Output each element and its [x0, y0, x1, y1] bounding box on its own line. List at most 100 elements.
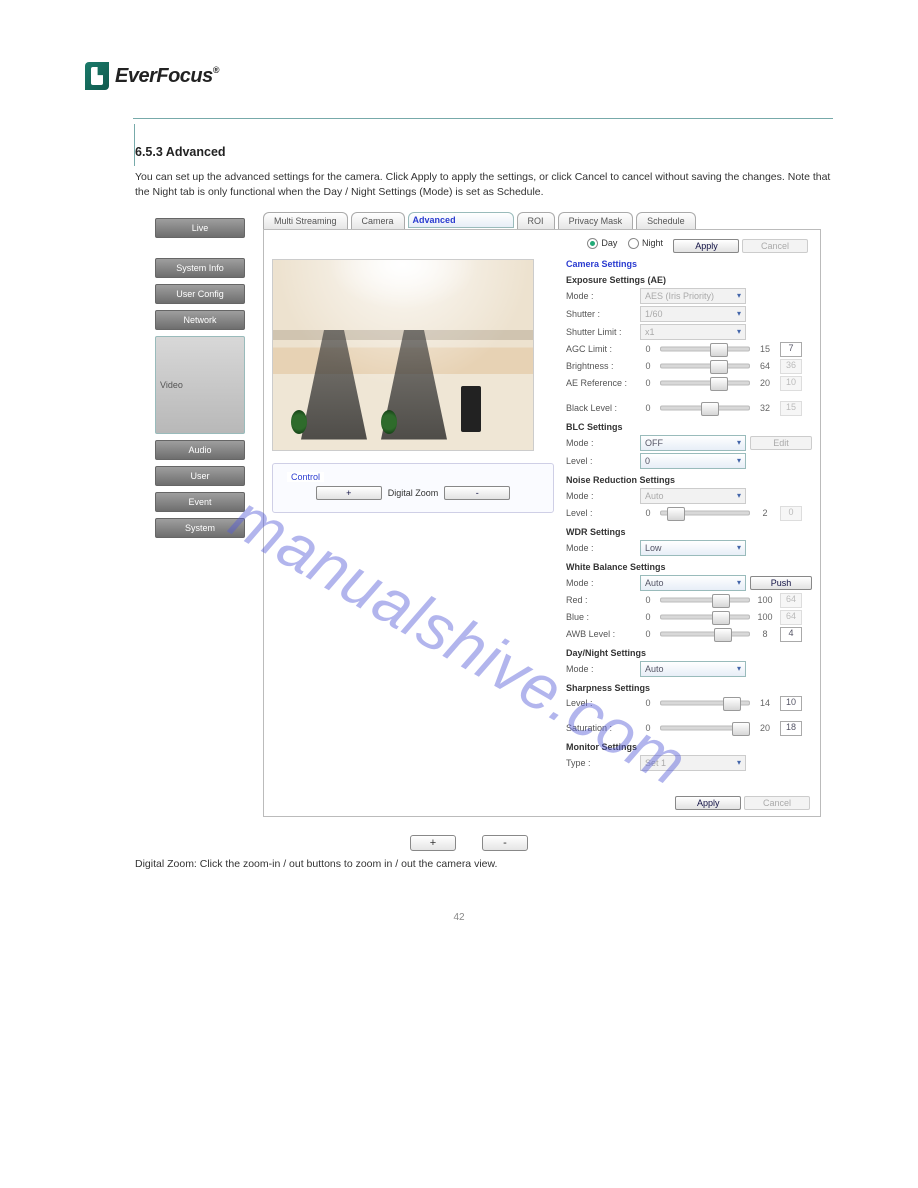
chevron-down-icon: ▾	[737, 543, 741, 552]
wdr-mode: Mode :Low▾	[566, 540, 812, 556]
chevron-down-icon: ▾	[737, 758, 741, 767]
header-vertical-rule	[134, 124, 135, 166]
wb-red: Red :010064	[566, 593, 812, 608]
daynight-mode-select[interactable]: Auto▾	[640, 661, 746, 677]
instruction-text: Digital Zoom: Click the zoom-in / out bu…	[135, 857, 833, 873]
radio-night[interactable]: Night	[628, 238, 663, 249]
brand-logo-mark	[85, 62, 109, 90]
awb-level: AWB Level :084	[566, 627, 812, 642]
monitor-type-select: Set 1▾	[640, 755, 746, 771]
exposure-shutter: Shutter :1/60▾	[566, 306, 812, 322]
sidebar-item-system-info[interactable]: System Info	[155, 258, 245, 278]
zoom-out-button[interactable]: -	[444, 486, 510, 500]
zoom-in-button[interactable]: +	[316, 486, 382, 500]
sharpness-level-slider[interactable]	[660, 697, 750, 709]
nr-mode-select: Auto▾	[640, 488, 746, 504]
blc-mode-select[interactable]: OFF▾	[640, 435, 746, 451]
daynight-mode: Mode :Auto▾	[566, 661, 812, 677]
wb-push-button[interactable]: Push	[750, 576, 812, 590]
apply-button-top[interactable]: Apply	[673, 239, 739, 253]
settings-panel: Day Night Apply Cancel Control	[263, 229, 821, 817]
chevron-down-icon: ▾	[737, 327, 741, 336]
sharpness-level: Level :01410	[566, 696, 812, 711]
wb-blue-value: 64	[780, 610, 802, 625]
sidebar-item-audio[interactable]: Audio	[155, 440, 245, 460]
exposure-mode: Mode :AES (Iris Priority)▾	[566, 288, 812, 304]
apply-button-bottom[interactable]: Apply	[675, 796, 741, 810]
instruction-minus-sample: -	[482, 835, 528, 851]
agc-limit-value[interactable]: 7	[780, 342, 802, 357]
chevron-down-icon: ▾	[737, 664, 741, 673]
blc-level: Level :0▾	[566, 453, 812, 469]
exposure-shutter-select: 1/60▾	[640, 306, 746, 322]
brand-logo-text: EverFocus®	[115, 65, 219, 88]
app-screenshot: Live System Info User Config Network Video Au…	[155, 212, 833, 817]
intro-paragraph: You can set up the advanced settings for…	[135, 170, 833, 202]
sidebar-item-network[interactable]: Network	[155, 310, 245, 330]
nr-level-slider[interactable]	[660, 507, 750, 519]
zoom-label: Digital Zoom	[388, 488, 439, 498]
settings-column: Camera SettingsExposure Settings (AE)Mod…	[566, 259, 812, 773]
awb-level-value[interactable]: 4	[780, 627, 802, 642]
chevron-down-icon: ▾	[737, 456, 741, 465]
black-level-value: 15	[780, 401, 802, 416]
black-level-slider[interactable]	[660, 402, 750, 414]
ae-reference-slider[interactable]	[660, 377, 750, 389]
brightness-slider[interactable]	[660, 360, 750, 372]
tab-camera[interactable]: Camera	[351, 212, 405, 229]
wb-red-value: 64	[780, 593, 802, 608]
sidebar-item-user[interactable]: User	[155, 466, 245, 486]
page-number: 42	[85, 912, 833, 923]
tab-multi-streaming[interactable]: Multi Streaming	[263, 212, 348, 229]
sharpness-level-value[interactable]: 10	[780, 696, 802, 711]
sidebar-item-event[interactable]: Event	[155, 492, 245, 512]
sidebar-item-system[interactable]: System	[155, 518, 245, 538]
tab-bar: Multi StreamingCameraAdvancedROIPrivacy …	[263, 212, 821, 229]
cancel-button-bottom[interactable]: Cancel	[744, 796, 810, 810]
sidebar-nav: Live System Info User Config Network Video Au…	[155, 212, 245, 538]
day-night-row: Day Night Apply Cancel	[272, 236, 812, 259]
agc-limit-slider[interactable]	[660, 343, 750, 355]
awb-level-slider[interactable]	[660, 628, 750, 640]
header-rule	[133, 118, 833, 119]
exposure-shutter-limit: Shutter Limit :x1▾	[566, 324, 812, 340]
section-heading: 6.5.3 Advanced	[135, 145, 833, 159]
exposure-shutter-limit-select: x1▾	[640, 324, 746, 340]
sidebar-item-user-config[interactable]: User Config	[155, 284, 245, 304]
saturation-slider[interactable]	[660, 722, 750, 734]
saturation-value[interactable]: 18	[780, 721, 802, 736]
tab-privacy-mask[interactable]: Privacy Mask	[558, 212, 634, 229]
exposure-mode-select: AES (Iris Priority)▾	[640, 288, 746, 304]
control-legend: Control	[287, 472, 324, 482]
wb-blue: Blue :010064	[566, 610, 812, 625]
brightness: Brightness :06436	[566, 359, 812, 374]
wb-red-slider[interactable]	[660, 594, 750, 606]
wb-blue-slider[interactable]	[660, 611, 750, 623]
brand-logo: EverFocus®	[85, 62, 833, 90]
blc-level-select[interactable]: 0▾	[640, 453, 746, 469]
chevron-down-icon: ▾	[737, 309, 741, 318]
agc-limit: AGC Limit :0157	[566, 342, 812, 357]
chevron-down-icon: ▾	[737, 438, 741, 447]
chevron-down-icon: ▾	[737, 291, 741, 300]
camera-preview	[272, 259, 534, 451]
radio-day[interactable]: Day	[587, 238, 617, 249]
monitor-type: Type :Set 1▾	[566, 755, 812, 771]
tab-advanced[interactable]: Advanced	[408, 212, 514, 228]
blc-edit-button[interactable]: Edit	[750, 436, 812, 450]
wb-mode-select[interactable]: Auto▾	[640, 575, 746, 591]
nr-mode: Mode :Auto▾	[566, 488, 812, 504]
control-box: Control + Digital Zoom -	[272, 463, 554, 513]
sidebar-item-video[interactable]: Video	[155, 336, 245, 434]
tab-schedule[interactable]: Schedule	[636, 212, 696, 229]
blc-mode: Mode :OFF▾Edit	[566, 435, 812, 451]
chevron-down-icon: ▾	[737, 491, 741, 500]
wdr-mode-select[interactable]: Low▾	[640, 540, 746, 556]
tab-roi[interactable]: ROI	[517, 212, 555, 229]
instruction-plus-sample: +	[410, 835, 456, 851]
cancel-button-top[interactable]: Cancel	[742, 239, 808, 253]
sidebar-item-live[interactable]: Live	[155, 218, 245, 238]
ae-reference: AE Reference :02010	[566, 376, 812, 391]
main-area: Multi StreamingCameraAdvancedROIPrivacy …	[263, 212, 821, 817]
instruction-button-samples: + -	[105, 835, 833, 851]
